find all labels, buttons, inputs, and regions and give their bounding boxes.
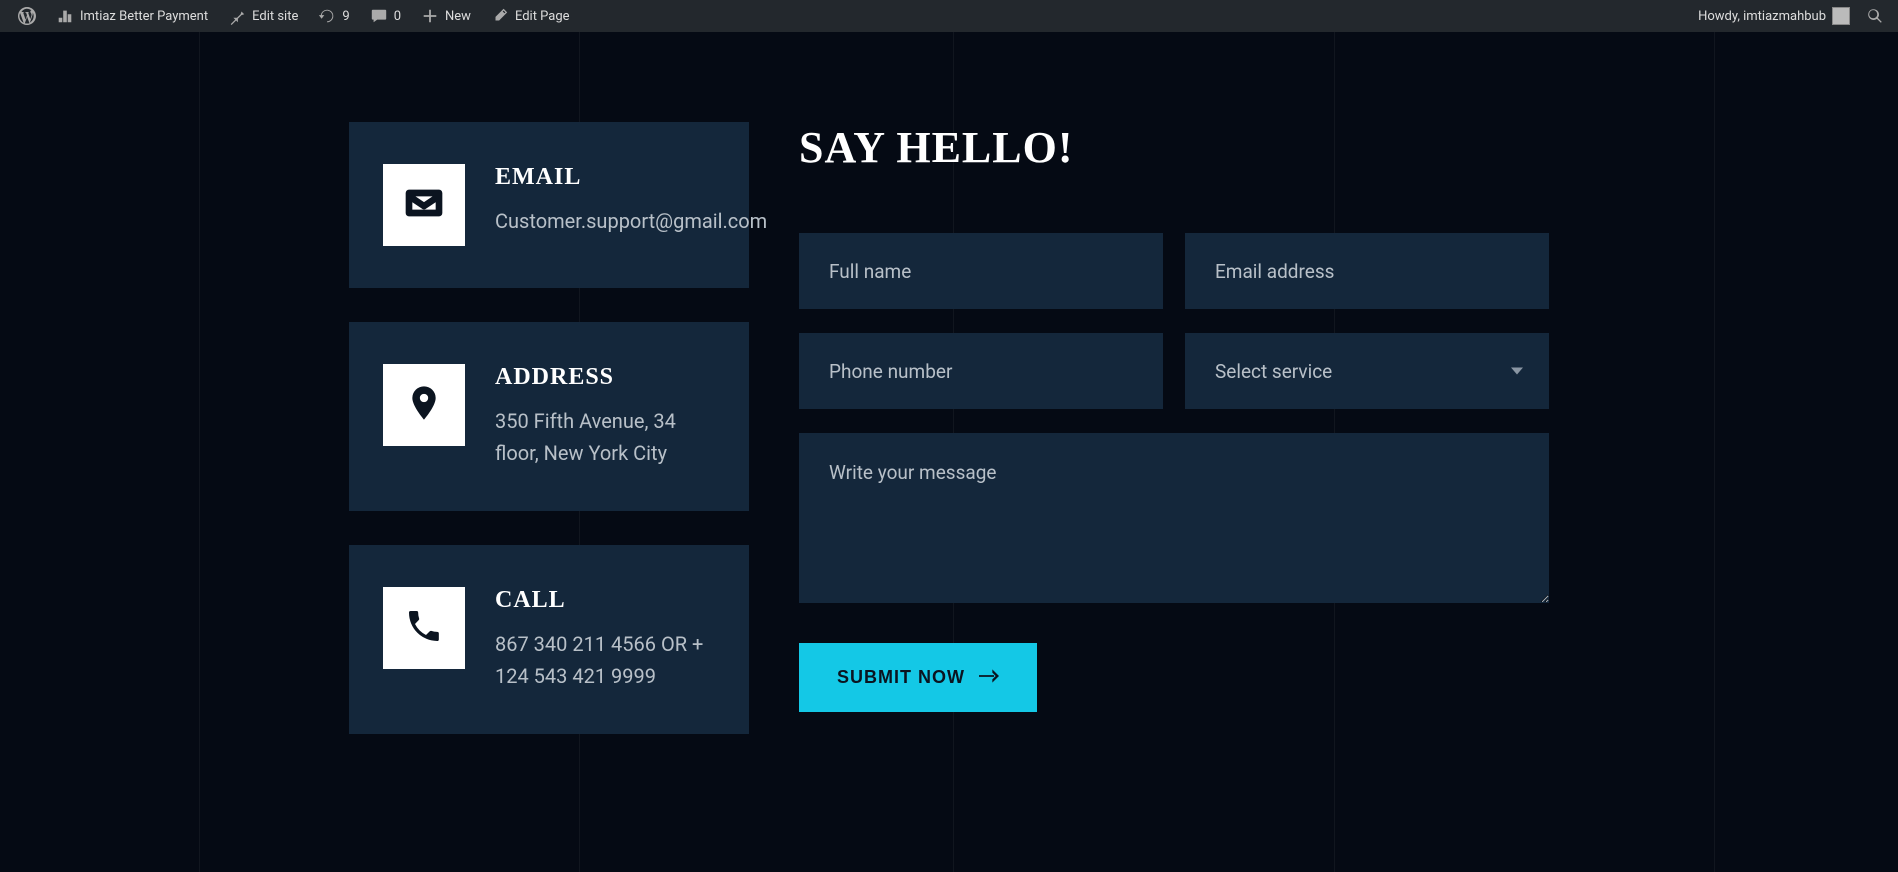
service-select-wrap: Select service (1185, 333, 1549, 409)
edit-site-link[interactable]: Edit site (218, 0, 308, 32)
howdy-label: Howdy, imtiazmahbub (1698, 9, 1826, 24)
updates-icon (318, 7, 336, 25)
contact-card-title: CALL (495, 587, 715, 614)
wp-admin-bar: Imtiaz Better Payment Edit site 9 0 New (0, 0, 1898, 32)
contact-card-title: EMAIL (495, 164, 767, 191)
search-icon (1866, 7, 1884, 25)
updates-count: 9 (342, 9, 349, 24)
site-name-label: Imtiaz Better Payment (80, 9, 208, 24)
phone-input[interactable] (799, 333, 1163, 409)
pin-icon (228, 7, 246, 25)
search-toggle[interactable] (1860, 0, 1890, 32)
edit-page-label: Edit Page (515, 9, 570, 24)
contact-info-column: EMAIL Customer.support@gmail.com ADDRESS… (349, 122, 749, 734)
updates-link[interactable]: 9 (308, 0, 359, 32)
site-name-link[interactable]: Imtiaz Better Payment (46, 0, 218, 32)
contact-card-value: 867 340 211 4566 OR + 124 543 421 9999 (495, 628, 715, 692)
page-content: EMAIL Customer.support@gmail.com ADDRESS… (329, 32, 1569, 774)
my-account-link[interactable]: Howdy, imtiazmahbub (1688, 0, 1860, 32)
message-textarea[interactable] (799, 433, 1549, 603)
contact-card-title: ADDRESS (495, 364, 715, 391)
fullname-input[interactable] (799, 233, 1163, 309)
plus-icon (421, 7, 439, 25)
comments-icon (370, 7, 388, 25)
contact-card-address: ADDRESS 350 Fifth Avenue, 34 floor, New … (349, 322, 749, 511)
email-icon-box (383, 164, 465, 246)
new-content-link[interactable]: New (411, 0, 481, 32)
contact-card-value: Customer.support@gmail.com (495, 205, 767, 237)
phone-icon (404, 606, 444, 650)
arrow-right-icon (979, 667, 999, 688)
contact-form-column: SAY HELLO! Select service SUBMIT NOW (799, 122, 1549, 734)
form-heading: SAY HELLO! (799, 122, 1549, 173)
contact-card-email: EMAIL Customer.support@gmail.com (349, 122, 749, 288)
contact-card-value: 350 Fifth Avenue, 34 floor, New York Cit… (495, 405, 715, 469)
email-input[interactable] (1185, 233, 1549, 309)
call-icon-box (383, 587, 465, 669)
service-select[interactable]: Select service (1185, 333, 1549, 409)
avatar (1832, 7, 1850, 25)
address-icon-box (383, 364, 465, 446)
submit-button[interactable]: SUBMIT NOW (799, 643, 1037, 712)
map-pin-icon (404, 383, 444, 427)
envelope-icon (404, 183, 444, 227)
contact-card-call: CALL 867 340 211 4566 OR + 124 543 421 9… (349, 545, 749, 734)
new-label: New (445, 9, 471, 24)
edit-page-link[interactable]: Edit Page (481, 0, 580, 32)
submit-button-label: SUBMIT NOW (837, 667, 965, 688)
wordpress-icon (18, 7, 36, 25)
dashboard-icon (56, 7, 74, 25)
pencil-icon (491, 7, 509, 25)
form-grid: Select service (799, 233, 1549, 603)
edit-site-label: Edit site (252, 9, 298, 24)
comments-count: 0 (394, 9, 401, 24)
wp-logo[interactable] (8, 0, 46, 32)
comments-link[interactable]: 0 (360, 0, 411, 32)
